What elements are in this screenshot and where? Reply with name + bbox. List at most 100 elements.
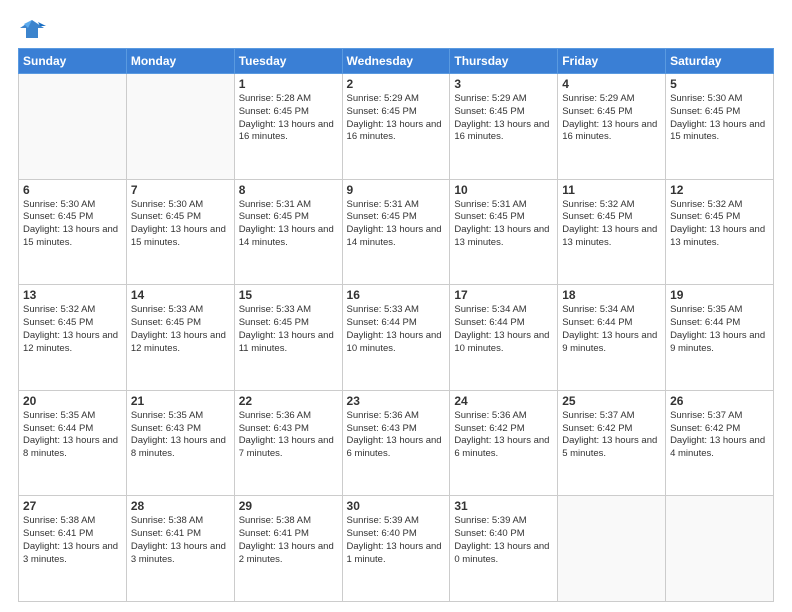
day-info: Sunrise: 5:28 AM Sunset: 6:45 PM Dayligh… bbox=[239, 93, 338, 144]
calendar-cell: 24 Sunrise: 5:36 AM Sunset: 6:42 PM Dayli… bbox=[450, 390, 558, 496]
day-info: Sunrise: 5:33 AM Sunset: 6:44 PM Dayligh… bbox=[347, 304, 446, 355]
calendar-cell: 13Sunrise: 5:32 AM Sunset: 6:45 PM Dayli… bbox=[19, 285, 127, 391]
day-number: 17 bbox=[454, 288, 553, 302]
day-info: Sunrise: 5:38 AM Sunset: 6:41 PM Dayligh… bbox=[131, 515, 230, 566]
calendar-cell bbox=[126, 74, 234, 180]
calendar-cell: 8 Sunrise: 5:31 AM Sunset: 6:45 PM Daylig… bbox=[234, 179, 342, 285]
day-number: 13 bbox=[23, 288, 122, 302]
calendar-cell: 12 Sunrise: 5:32 AM Sunset: 6:45 PM Dayli… bbox=[666, 179, 774, 285]
day-number: 11 bbox=[562, 183, 661, 197]
calendar-header-row: SundayMondayTuesdayWednesdayThursdayFrid… bbox=[19, 49, 774, 74]
calendar-cell: 28 Sunrise: 5:38 AM Sunset: 6:41 PM Dayli… bbox=[126, 496, 234, 602]
day-number: 1 bbox=[239, 77, 338, 91]
calendar-cell: 26 Sunrise: 5:37 AM Sunset: 6:42 PM Dayli… bbox=[666, 390, 774, 496]
calendar-week-4: 20Sunrise: 5:35 AM Sunset: 6:44 PM Dayli… bbox=[19, 390, 774, 496]
day-info: Sunrise: 5:34 AM Sunset: 6:44 PM Dayligh… bbox=[562, 304, 661, 355]
calendar-cell: 7Sunrise: 5:30 AM Sunset: 6:45 PM Daylig… bbox=[126, 179, 234, 285]
calendar-cell: 4 Sunrise: 5:29 AM Sunset: 6:45 PM Daylig… bbox=[558, 74, 666, 180]
calendar-cell: 25 Sunrise: 5:37 AM Sunset: 6:42 PM Dayli… bbox=[558, 390, 666, 496]
day-number: 18 bbox=[562, 288, 661, 302]
calendar-cell: 11 Sunrise: 5:32 AM Sunset: 6:45 PM Dayli… bbox=[558, 179, 666, 285]
day-info: Sunrise: 5:33 AM Sunset: 6:45 PM Dayligh… bbox=[239, 304, 338, 355]
calendar-cell: 16 Sunrise: 5:33 AM Sunset: 6:44 PM Dayli… bbox=[342, 285, 450, 391]
calendar-week-2: 6Sunrise: 5:30 AM Sunset: 6:45 PM Daylig… bbox=[19, 179, 774, 285]
day-number: 25 bbox=[562, 394, 661, 408]
day-info: Sunrise: 5:29 AM Sunset: 6:45 PM Dayligh… bbox=[454, 93, 553, 144]
day-number: 21 bbox=[131, 394, 230, 408]
calendar-week-5: 27 Sunrise: 5:38 AM Sunset: 6:41 PM Dayli… bbox=[19, 496, 774, 602]
day-number: 8 bbox=[239, 183, 338, 197]
calendar-cell: 21 Sunrise: 5:35 AM Sunset: 6:43 PM Dayli… bbox=[126, 390, 234, 496]
day-info: Sunrise: 5:30 AM Sunset: 6:45 PM Dayligh… bbox=[23, 199, 122, 250]
logo bbox=[18, 18, 50, 40]
day-number: 29 bbox=[239, 499, 338, 513]
calendar-cell: 20Sunrise: 5:35 AM Sunset: 6:44 PM Dayli… bbox=[19, 390, 127, 496]
calendar-cell: 2 Sunrise: 5:29 AM Sunset: 6:45 PM Daylig… bbox=[342, 74, 450, 180]
day-info: Sunrise: 5:31 AM Sunset: 6:45 PM Dayligh… bbox=[347, 199, 446, 250]
day-header-friday: Friday bbox=[558, 49, 666, 74]
calendar-body: 1 Sunrise: 5:28 AM Sunset: 6:45 PM Daylig… bbox=[19, 74, 774, 602]
day-number: 15 bbox=[239, 288, 338, 302]
day-info: Sunrise: 5:29 AM Sunset: 6:45 PM Dayligh… bbox=[562, 93, 661, 144]
calendar-cell: 23 Sunrise: 5:36 AM Sunset: 6:43 PM Dayli… bbox=[342, 390, 450, 496]
calendar-cell: 1 Sunrise: 5:28 AM Sunset: 6:45 PM Daylig… bbox=[234, 74, 342, 180]
day-number: 26 bbox=[670, 394, 769, 408]
day-number: 14 bbox=[131, 288, 230, 302]
calendar-cell: 27 Sunrise: 5:38 AM Sunset: 6:41 PM Dayli… bbox=[19, 496, 127, 602]
calendar-cell: 18 Sunrise: 5:34 AM Sunset: 6:44 PM Dayli… bbox=[558, 285, 666, 391]
day-info: Sunrise: 5:39 AM Sunset: 6:40 PM Dayligh… bbox=[347, 515, 446, 566]
day-header-tuesday: Tuesday bbox=[234, 49, 342, 74]
day-info: Sunrise: 5:35 AM Sunset: 6:44 PM Dayligh… bbox=[670, 304, 769, 355]
day-info: Sunrise: 5:37 AM Sunset: 6:42 PM Dayligh… bbox=[562, 410, 661, 461]
calendar-cell: 5Sunrise: 5:30 AM Sunset: 6:45 PM Daylig… bbox=[666, 74, 774, 180]
day-info: Sunrise: 5:36 AM Sunset: 6:42 PM Dayligh… bbox=[454, 410, 553, 461]
day-number: 27 bbox=[23, 499, 122, 513]
day-info: Sunrise: 5:31 AM Sunset: 6:45 PM Dayligh… bbox=[239, 199, 338, 250]
day-info: Sunrise: 5:35 AM Sunset: 6:44 PM Dayligh… bbox=[23, 410, 122, 461]
header bbox=[18, 18, 774, 40]
day-number: 23 bbox=[347, 394, 446, 408]
day-number: 31 bbox=[454, 499, 553, 513]
day-info: Sunrise: 5:36 AM Sunset: 6:43 PM Dayligh… bbox=[347, 410, 446, 461]
day-info: Sunrise: 5:37 AM Sunset: 6:42 PM Dayligh… bbox=[670, 410, 769, 461]
day-header-wednesday: Wednesday bbox=[342, 49, 450, 74]
day-number: 10 bbox=[454, 183, 553, 197]
calendar-cell: 31 Sunrise: 5:39 AM Sunset: 6:40 PM Dayli… bbox=[450, 496, 558, 602]
day-info: Sunrise: 5:31 AM Sunset: 6:45 PM Dayligh… bbox=[454, 199, 553, 250]
calendar-cell bbox=[666, 496, 774, 602]
day-info: Sunrise: 5:30 AM Sunset: 6:45 PM Dayligh… bbox=[131, 199, 230, 250]
day-info: Sunrise: 5:32 AM Sunset: 6:45 PM Dayligh… bbox=[670, 199, 769, 250]
calendar-cell: 22Sunrise: 5:36 AM Sunset: 6:43 PM Dayli… bbox=[234, 390, 342, 496]
day-number: 16 bbox=[347, 288, 446, 302]
day-info: Sunrise: 5:39 AM Sunset: 6:40 PM Dayligh… bbox=[454, 515, 553, 566]
calendar-cell bbox=[19, 74, 127, 180]
day-number: 30 bbox=[347, 499, 446, 513]
day-number: 9 bbox=[347, 183, 446, 197]
calendar-cell bbox=[558, 496, 666, 602]
day-header-saturday: Saturday bbox=[666, 49, 774, 74]
day-number: 4 bbox=[562, 77, 661, 91]
calendar-cell: 14Sunrise: 5:33 AM Sunset: 6:45 PM Dayli… bbox=[126, 285, 234, 391]
day-info: Sunrise: 5:38 AM Sunset: 6:41 PM Dayligh… bbox=[23, 515, 122, 566]
day-info: Sunrise: 5:32 AM Sunset: 6:45 PM Dayligh… bbox=[562, 199, 661, 250]
day-number: 24 bbox=[454, 394, 553, 408]
calendar-cell: 3Sunrise: 5:29 AM Sunset: 6:45 PM Daylig… bbox=[450, 74, 558, 180]
calendar-table: SundayMondayTuesdayWednesdayThursdayFrid… bbox=[18, 48, 774, 602]
day-header-monday: Monday bbox=[126, 49, 234, 74]
calendar-cell: 17 Sunrise: 5:34 AM Sunset: 6:44 PM Dayli… bbox=[450, 285, 558, 391]
day-info: Sunrise: 5:34 AM Sunset: 6:44 PM Dayligh… bbox=[454, 304, 553, 355]
logo-icon bbox=[18, 18, 46, 40]
day-info: Sunrise: 5:35 AM Sunset: 6:43 PM Dayligh… bbox=[131, 410, 230, 461]
day-number: 2 bbox=[347, 77, 446, 91]
day-number: 28 bbox=[131, 499, 230, 513]
calendar-cell: 6Sunrise: 5:30 AM Sunset: 6:45 PM Daylig… bbox=[19, 179, 127, 285]
calendar-cell: 10 Sunrise: 5:31 AM Sunset: 6:45 PM Dayli… bbox=[450, 179, 558, 285]
day-info: Sunrise: 5:38 AM Sunset: 6:41 PM Dayligh… bbox=[239, 515, 338, 566]
calendar-cell: 15 Sunrise: 5:33 AM Sunset: 6:45 PM Dayli… bbox=[234, 285, 342, 391]
calendar-cell: 30 Sunrise: 5:39 AM Sunset: 6:40 PM Dayli… bbox=[342, 496, 450, 602]
day-header-sunday: Sunday bbox=[19, 49, 127, 74]
day-info: Sunrise: 5:36 AM Sunset: 6:43 PM Dayligh… bbox=[239, 410, 338, 461]
day-info: Sunrise: 5:30 AM Sunset: 6:45 PM Dayligh… bbox=[670, 93, 769, 144]
day-info: Sunrise: 5:29 AM Sunset: 6:45 PM Dayligh… bbox=[347, 93, 446, 144]
day-number: 12 bbox=[670, 183, 769, 197]
